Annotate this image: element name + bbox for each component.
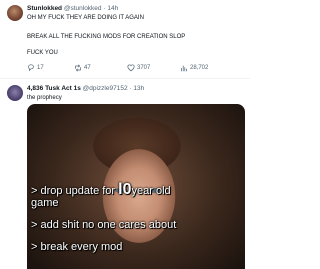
display-name[interactable]: 4,836 Tusk Act 1s [27,85,81,92]
display-name[interactable]: Stunlokked [27,5,62,12]
action-bar: 17 47 3707 28,702 [27,64,245,73]
heart-icon [127,64,135,72]
views-button[interactable]: 28,702 [180,64,208,72]
tweet-text-line-1: OH MY FUCK THEY ARE DOING IT AGAIN [27,15,144,21]
reply-button[interactable]: 17 [27,64,44,72]
timestamp[interactable]: 13h [133,85,144,92]
repost-count: 47 [84,65,91,71]
divider [0,78,250,79]
like-button[interactable]: 3707 [127,64,150,72]
tweet-text-line-2: BREAK ALL THE FUCKING MODS FOR CREATION … [27,34,186,40]
avatar[interactable] [7,85,23,101]
like-count: 3707 [137,65,151,71]
avatar[interactable] [7,5,23,21]
tweet-header: Stunlokked @stunlokked · 14h [27,5,119,12]
meme-caption-line-2: game [31,197,59,209]
tweet-text: the prophecy [27,95,62,101]
tweet-text-line-3: FUCK YOU [27,50,58,56]
meme-caption-line-3: > add shit no one cares about [31,219,177,231]
views-icon [181,65,187,72]
meme-caption-line-4: > break every mod [31,241,123,253]
tweet-stunlokked[interactable]: Stunlokked @stunlokked · 14h OH MY FUCK … [0,0,250,77]
repost-icon [75,64,81,72]
tweet-media-image[interactable]: > drop update for l0year old game > add … [27,104,245,269]
views-count: 28,702 [190,65,209,71]
reply-count: 17 [37,65,44,71]
handle[interactable]: @stunlokked [64,5,102,12]
reply-icon [28,64,34,72]
handle[interactable]: @dpizzle97152 [83,85,128,92]
timestamp[interactable]: 14h [107,5,118,12]
tweet-header: 4,836 Tusk Act 1s @dpizzle97152 · 13h [27,85,145,92]
meme-caption-line-1: > drop update for l0year old [31,181,171,198]
repost-button[interactable]: 47 [74,64,91,72]
